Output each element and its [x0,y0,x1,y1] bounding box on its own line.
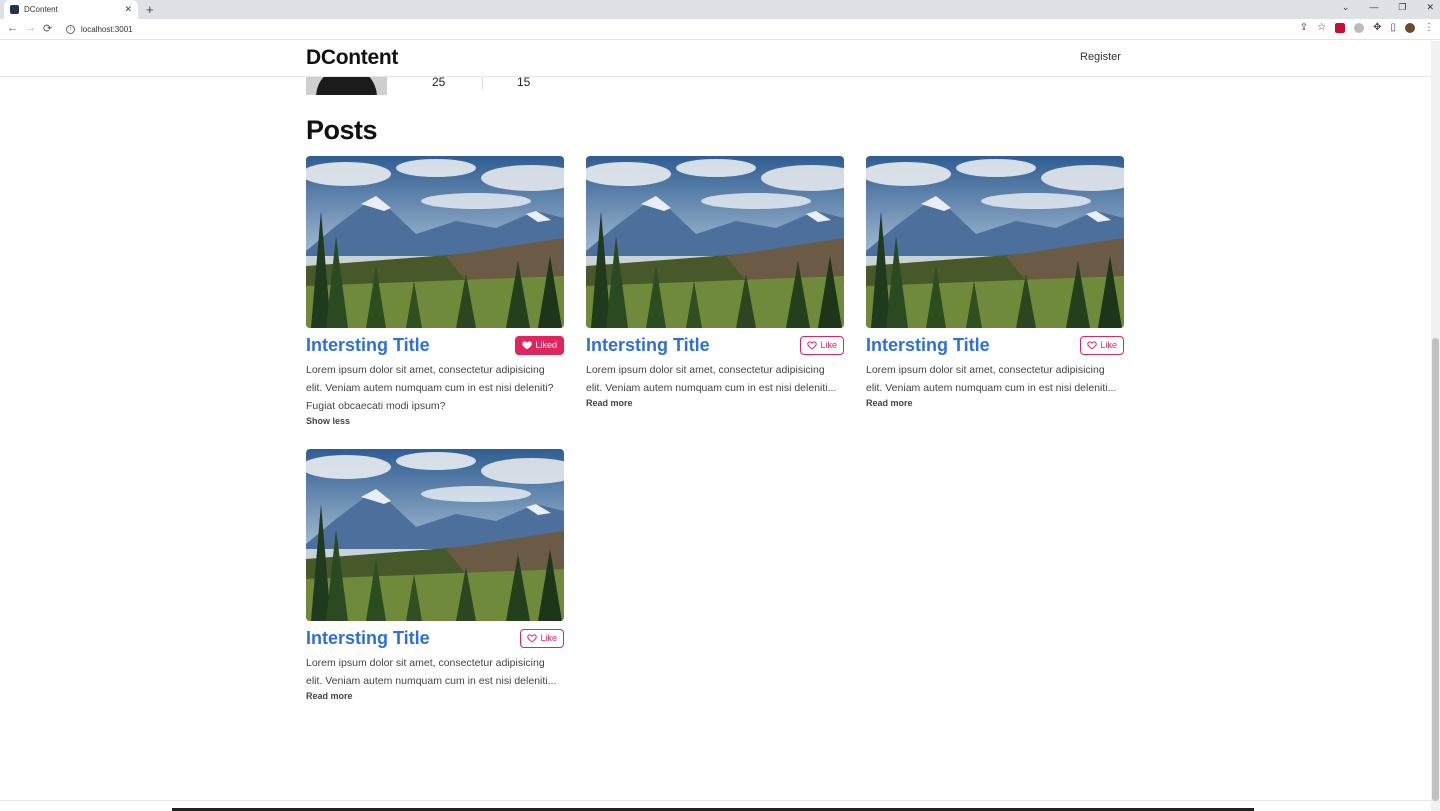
post-image[interactable] [306,449,564,621]
heart-icon [522,341,533,350]
browser-tab[interactable]: DContent ✕ [4,0,138,19]
post-excerpt: Lorem ipsum dolor sit amet, consectetur … [586,361,844,397]
tab-search-icon[interactable]: ⌄ [1342,2,1350,13]
tab-title: DContent [24,5,58,14]
show-less-link[interactable]: Show less [306,416,564,426]
close-window-button[interactable]: ✕ [1426,2,1434,13]
excerpt-line: elit. Veniam autem numquam cum in est ni… [586,382,837,394]
share-icon[interactable]: ⇪ [1300,23,1308,33]
reload-button[interactable]: ⟳ [43,22,52,35]
browser-tabstrip: DContent ✕ + ⌄ — ❐ ✕ [0,0,1440,19]
excerpt-line: Lorem ipsum dolor sit amet, consectetur … [306,657,545,669]
brand-logo[interactable]: DContent [306,46,398,70]
extension-red-icon[interactable] [1335,23,1346,33]
heart-icon [807,341,818,350]
excerpt-line: Lorem ipsum dolor sit amet, consectetur … [586,364,825,376]
excerpt-line: Lorem ipsum dolor sit amet, consectetur … [866,364,1105,376]
post-image[interactable] [866,156,1124,328]
excerpt-line: elit. Veniam autem numquam cum in est ni… [306,382,554,394]
read-more-link[interactable]: Read more [586,398,844,408]
new-tab-button[interactable]: + [146,2,154,17]
post-card: Intersting Title Like Lorem ipsum dolor … [586,156,844,408]
extension-icons: ⇪ ☆ ✥ ▯ ⋮ [1300,23,1434,33]
post-card: Intersting Title Like Lorem ipsum dolor … [866,156,1124,408]
heart-icon [527,634,538,643]
post-excerpt: Lorem ipsum dolor sit amet, consectetur … [866,361,1124,397]
menu-kebab-icon[interactable]: ⋮ [1424,23,1434,33]
post-card: Intersting Title Liked Lorem ipsum dolor… [306,156,564,426]
post-excerpt: Lorem ipsum dolor sit amet, consectetur … [306,361,564,415]
address-bar[interactable]: i localhost:3001 [60,21,1300,38]
url-text[interactable]: localhost:3001 [81,25,133,34]
like-button[interactable]: Like [1080,335,1124,355]
post-title[interactable]: Intersting Title [586,335,710,356]
excerpt-line: Fugiat obcaecati modi ipsum? [306,400,446,412]
minimize-button[interactable]: — [1369,2,1378,13]
like-button[interactable]: Like [800,335,844,355]
read-more-link[interactable]: Read more [866,398,1124,408]
post-title[interactable]: Intersting Title [306,628,430,649]
heart-icon [1087,341,1098,350]
page-scrollbar[interactable] [1431,41,1440,811]
window-controls: ⌄ — ❐ ✕ [1342,2,1434,13]
post-image[interactable] [306,156,564,328]
like-label: Liked [535,340,557,350]
favicon-icon [10,5,19,14]
post-card-header: Intersting Title Like [586,334,844,356]
tab-close-icon[interactable]: ✕ [124,4,132,15]
back-button[interactable]: ← [7,22,18,34]
profile-stat-one: 25 [432,75,446,89]
info-icon[interactable]: i [66,25,75,34]
side-panel-icon[interactable]: ▯ [1390,23,1396,33]
restore-button[interactable]: ❐ [1398,2,1406,13]
like-label: Like [820,340,837,350]
profile-stat-two: 15 [517,75,531,89]
post-excerpt: Lorem ipsum dolor sit amet, consectetur … [306,654,564,690]
bookmark-star-icon[interactable]: ☆ [1317,23,1326,33]
excerpt-line: elit. Veniam autem numquam cum in est ni… [306,675,557,687]
register-link[interactable]: Register [1080,51,1121,63]
site-header: DContent Register [0,41,1431,77]
page-viewport: 25 15 DContent Register Posts Intersting… [0,41,1440,811]
forward-button[interactable]: → [25,22,36,34]
page-bottom-border [0,800,1431,801]
post-card-header: Intersting Title Like [866,334,1124,356]
post-card-header: Intersting Title Like [306,627,564,649]
excerpt-line: elit. Veniam autem numquam cum in est ni… [866,382,1117,394]
puzzle-icon[interactable]: ✥ [1373,23,1381,33]
scrollbar-thumb[interactable] [1432,338,1439,801]
like-button[interactable]: Liked [515,335,564,355]
like-label: Like [1100,340,1117,350]
posts-heading: Posts [306,115,378,145]
post-card-header: Intersting Title Liked [306,334,564,356]
like-label: Like [540,633,557,643]
post-title[interactable]: Intersting Title [866,335,990,356]
profile-avatar-icon[interactable] [1405,23,1415,33]
extension-grey-icon[interactable] [1354,23,1365,33]
post-image[interactable] [586,156,844,328]
browser-toolbar: ← → ⟳ i localhost:3001 ⇪ ☆ ✥ ▯ ⋮ [0,19,1440,40]
like-button[interactable]: Like [520,628,564,648]
post-card: Intersting Title Like Lorem ipsum dolor … [306,449,564,701]
excerpt-line: Lorem ipsum dolor sit amet, consectetur … [306,364,545,376]
read-more-link[interactable]: Read more [306,691,564,701]
post-title[interactable]: Intersting Title [306,335,430,356]
